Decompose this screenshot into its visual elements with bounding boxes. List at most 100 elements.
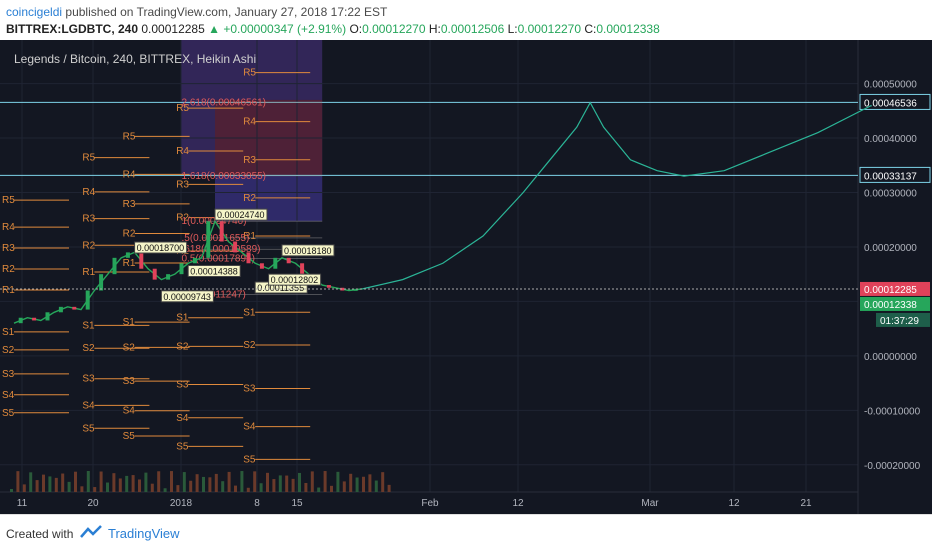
fib-label: .5(0.00021655) (182, 233, 250, 244)
pivot-label: R3 (123, 199, 136, 210)
current-price-tag: 0.00012285 (864, 285, 917, 296)
pivot-label: S2 (243, 340, 256, 351)
candle (18, 317, 23, 324)
pivot-label: S1 (243, 307, 256, 318)
o-label: O: (349, 22, 363, 36)
close-price-tag: 0.00012338 (864, 300, 917, 311)
countdown-tag: 01:37:29 (880, 316, 919, 327)
y-tick-label: -0.00020000 (864, 461, 921, 472)
pivot-label: R4 (243, 117, 256, 128)
volume-bar (253, 471, 257, 492)
pivot-label: R3 (82, 214, 95, 225)
pivot-label: S1 (123, 317, 136, 328)
volume-bar (234, 485, 237, 492)
pivot-label: R1 (2, 285, 15, 296)
volume-bar (266, 472, 269, 492)
volume-bar (349, 473, 353, 492)
pivot-label: S4 (2, 390, 15, 401)
volume-bar (150, 483, 154, 492)
change: ▲ +0.00000347 (+2.91%) (208, 22, 347, 36)
candle (72, 306, 77, 310)
candle (139, 252, 144, 269)
candle (192, 257, 197, 264)
volume-bar (362, 476, 365, 492)
candle (259, 263, 264, 269)
point-label: 0.00018180 (284, 246, 332, 256)
volume-bar (240, 471, 244, 492)
pivot-label: R2 (243, 193, 256, 204)
chart-header: coincigeldi published on TradingView.com… (0, 0, 932, 40)
volume-bar (86, 471, 90, 492)
pivot-label: S1 (82, 320, 95, 331)
candle (32, 317, 37, 321)
volume-bar (330, 485, 333, 492)
pivot-label: R3 (243, 155, 256, 166)
candle (58, 306, 63, 313)
pivot-label: S1 (176, 313, 189, 324)
pivot-label: R4 (123, 169, 136, 180)
y-tick-label: 0.00000000 (864, 352, 917, 363)
volume-bar (125, 475, 129, 492)
candle (125, 252, 130, 258)
candle (206, 221, 211, 258)
x-tick-label: 15 (291, 498, 303, 509)
volume-bar (42, 474, 45, 492)
candle (112, 257, 117, 275)
volume-bar (259, 483, 263, 492)
point-label: 0.00014388 (190, 267, 238, 277)
volume-bar (214, 473, 218, 492)
volume-bar (131, 475, 135, 492)
symbol-line: BITTREX:LGDBTC, 240 0.00012285 ▲ +0.0000… (6, 22, 660, 36)
pivot-label: S5 (82, 423, 95, 434)
x-tick-label: Feb (421, 498, 439, 509)
x-tick-label: 20 (87, 498, 99, 509)
candle (99, 274, 104, 291)
pivot-label: S5 (123, 431, 136, 442)
fib-label: 2.618(0.00046561) (182, 97, 267, 108)
x-tick-label: 12 (512, 498, 524, 509)
y-tick-label: 0.00030000 (864, 188, 917, 199)
volume-bar (93, 487, 97, 492)
symbol: BITTREX:LGDBTC, 240 (6, 22, 139, 36)
volume-bar (176, 485, 180, 492)
h-label: H: (428, 22, 441, 36)
x-tick-label: 12 (728, 498, 740, 509)
candle (326, 285, 331, 288)
x-tick-label: 2018 (170, 498, 193, 509)
volume-bar (16, 471, 20, 492)
volume-bar (381, 472, 385, 492)
author-link[interactable]: coincigeldi (6, 5, 62, 19)
volume-bar (227, 471, 231, 492)
chart-area[interactable]: 0.00050000 0.00040000 0.00030000 0.00020000… (0, 40, 932, 514)
pivot-label: S4 (123, 406, 136, 417)
volume-bar (29, 472, 33, 492)
volume-bar (157, 471, 161, 492)
pivot-label: R4 (2, 222, 15, 233)
pivot-label: S2 (123, 342, 136, 353)
pivot-label: R4 (82, 187, 95, 198)
pivot-label: S2 (176, 341, 189, 352)
pivot-label: S4 (176, 413, 189, 424)
pivot-label: S5 (176, 441, 189, 452)
o-value: 0.00012270 (362, 22, 426, 36)
candle (166, 274, 171, 280)
pivot-label: S1 (2, 327, 15, 338)
candle (286, 257, 291, 264)
tradingview-brand[interactable]: TradingView (108, 526, 180, 541)
publish-line: coincigeldi published on TradingView.com… (6, 5, 387, 19)
y-tick-label: 0.00050000 (864, 80, 917, 91)
y-tick-label: 0.00020000 (864, 243, 917, 254)
volume-bar (304, 483, 308, 492)
chart-svg[interactable]: 0.00050000 0.00040000 0.00030000 0.00020000… (0, 40, 932, 514)
volume-bar (182, 472, 186, 492)
volume-bar (208, 477, 212, 492)
y-tick-label: -0.00010000 (864, 406, 921, 417)
tradingview-logo-icon[interactable] (80, 525, 102, 539)
pivot-label: S5 (2, 408, 15, 419)
legend-title: Legends / Bitcoin, 240, BITTREX, Heikin … (14, 52, 257, 66)
candle (219, 221, 224, 242)
point-label: 0.00018700 (137, 243, 185, 253)
point-label: 0.00012802 (271, 275, 319, 285)
volume-bar (374, 480, 378, 492)
fib-label: 0.5(0.00017895) (182, 253, 255, 264)
